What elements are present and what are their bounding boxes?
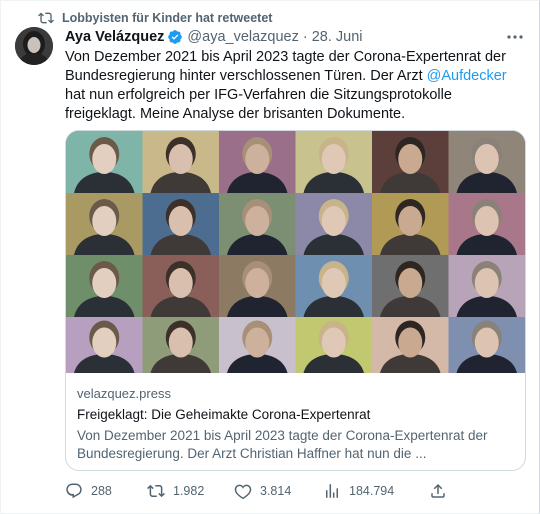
reply-icon <box>66 483 82 499</box>
portrait-tile <box>295 193 372 255</box>
portrait-tile <box>219 193 296 255</box>
portrait-tile <box>448 131 525 193</box>
portrait-tile <box>372 255 449 317</box>
share-button[interactable] <box>429 482 455 500</box>
portrait-tile <box>142 193 219 255</box>
portrait-tile <box>295 255 372 317</box>
portrait-tile <box>142 317 219 373</box>
card-image[interactable] <box>66 131 525 373</box>
more-options-icon[interactable] <box>506 30 524 44</box>
like-button[interactable]: 3.814 <box>234 482 291 500</box>
verified-badge-icon[interactable] <box>167 29 183 45</box>
retweet-button[interactable]: 1.982 <box>147 482 204 500</box>
views-chart-icon <box>326 484 338 498</box>
portrait-tile <box>295 317 372 373</box>
views-count: 184.794 <box>349 484 395 498</box>
tweet-text: Von Dezember 2021 bis April 2023 tagte d… <box>65 48 515 124</box>
portrait-tile <box>66 255 143 317</box>
tweet-date[interactable]: 28. Juni <box>312 29 363 45</box>
portrait-tile <box>372 131 449 193</box>
retweet-label: Lobbyisten für Kinder hat retweetet <box>62 11 273 25</box>
portrait-tile <box>142 131 219 193</box>
portrait-tile <box>448 317 525 373</box>
retweet-icon <box>147 484 165 498</box>
mention-link[interactable]: @Aufdecker <box>427 68 507 84</box>
avatar[interactable] <box>15 27 53 65</box>
card-domain: velazquez.press <box>77 386 171 401</box>
portrait-tile <box>372 317 449 373</box>
action-bar: 288 1.982 3.814 184.794 <box>65 482 525 502</box>
portrait-tile <box>66 317 143 373</box>
like-count: 3.814 <box>260 484 292 498</box>
portrait-tile <box>66 131 143 193</box>
reply-count: 288 <box>91 484 112 498</box>
portrait-tile <box>219 317 296 373</box>
retweet-count: 1.982 <box>173 484 205 498</box>
reply-button[interactable]: 288 <box>65 482 112 500</box>
card-description: Von Dezember 2021 bis April 2023 tagte d… <box>77 428 488 461</box>
portrait-tile <box>219 131 296 193</box>
separator-dot: · <box>302 29 308 45</box>
author-handle[interactable]: @aya_velazquez <box>187 29 298 45</box>
retweet-icon <box>38 12 54 24</box>
heart-icon <box>234 484 252 500</box>
link-card[interactable]: velazquez.press Freigeklagt: Die Geheima… <box>65 130 526 471</box>
portrait-tile <box>372 193 449 255</box>
portrait-tile <box>448 193 525 255</box>
portrait-tile <box>448 255 525 317</box>
views-button[interactable]: 184.794 <box>323 482 394 500</box>
share-icon <box>431 483 445 498</box>
author-name[interactable]: Aya Velázquez <box>65 29 164 45</box>
portrait-tile <box>66 193 143 255</box>
card-title: Freigeklagt: Die Geheimakte Corona-Exper… <box>77 407 371 422</box>
tweet-header: Aya Velázquez @aya_velazquez · 28. Juni <box>65 27 526 47</box>
portrait-tile <box>219 255 296 317</box>
portrait-tile <box>142 255 219 317</box>
tweet-text-part: hat nun erfolgreich per IFG-Verfahren di… <box>65 87 452 122</box>
portrait-tile <box>295 131 372 193</box>
retweet-context[interactable]: Lobbyisten für Kinder hat retweetet <box>38 10 272 26</box>
